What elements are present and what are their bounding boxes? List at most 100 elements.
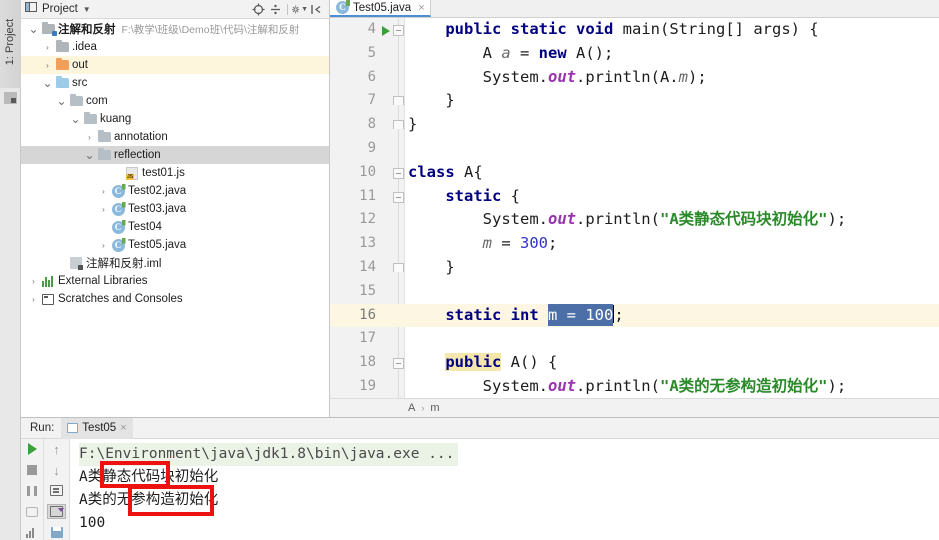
tree-expand-arrow[interactable]: ⌄ [69,113,82,125]
breadcrumb[interactable]: A › m [330,398,939,417]
code-line-10[interactable]: 10 class A{ [330,161,939,185]
breadcrumb-item-field[interactable]: m [430,402,439,414]
close-icon[interactable]: × [120,422,126,434]
code-line-14[interactable]: 14 } [330,256,939,280]
code-line-6[interactable]: 6 System.out.println(A.m); [330,66,939,90]
code-token: A(); [566,43,614,62]
export-icon[interactable] [47,524,66,540]
code-text: m = 300; [408,232,558,256]
tree-item-out[interactable]: › out [21,56,329,74]
tree-item-label: External Libraries [58,275,148,287]
collapse-all-icon[interactable] [267,1,284,18]
line-number: 19 [359,377,376,394]
tree-item-test04[interactable]: C Test04 [21,218,329,236]
tree-item-iml[interactable]: 注解和反射.iml [21,254,329,272]
module-folder-icon [40,22,57,36]
fold-marker-icon[interactable] [393,358,404,370]
run-tab-test05[interactable]: Test05 × [61,417,133,439]
code-line-5[interactable]: 5 A a = new A(); [330,42,939,66]
pause-icon[interactable] [23,484,42,498]
breadcrumb-item-class[interactable]: A [408,402,415,414]
profile-icon[interactable] [23,526,42,540]
editor-tab-test05[interactable]: C Test05.java × [330,0,431,17]
fold-marker-icon[interactable] [393,167,404,179]
tree-item-annotation[interactable]: › annotation [21,128,329,146]
tree-item-kuang[interactable]: ⌄ kuang [21,110,329,128]
code-line-18[interactable]: 18 public A() { [330,351,939,375]
code-line-7[interactable]: 7 } [330,89,939,113]
line-number: 5 [367,44,376,61]
tree-expand-arrow[interactable]: › [97,241,110,250]
code-token: out [547,67,576,86]
fold-marker-icon[interactable] [393,262,404,272]
tree-item-com[interactable]: ⌄ com [21,92,329,110]
tree-expand-arrow[interactable]: ⌄ [27,23,40,35]
scroll-to-end-icon[interactable] [47,503,66,520]
structure-tool-icon[interactable] [4,92,17,104]
code-text: } [408,256,454,280]
project-tree[interactable]: ⌄ 注解和反射 F:\教学\班级\Demo班\代码\注解和反射 › .idea › out ⌄… [21,19,329,417]
code-line-4[interactable]: 4 public static void main(String[] args)… [330,18,939,42]
code-lines[interactable]: 4 public static void main(String[] args)… [330,18,939,398]
stop-icon[interactable] [23,463,42,477]
tree-item-reflection[interactable]: ⌄ reflection [21,146,329,164]
code-line-12[interactable]: 12 System.out.println("A类静态代码块初始化"); [330,208,939,232]
soft-wrap-icon[interactable] [47,483,66,499]
java-class-icon: C [110,220,126,234]
tree-item-test02-java[interactable]: › C Test02.java [21,182,329,200]
tree-item-label: Scratches and Consoles [58,293,183,305]
tree-expand-arrow[interactable]: › [27,295,40,304]
code-line-17[interactable]: 17 [330,327,939,351]
tree-expand-arrow[interactable]: › [97,187,110,196]
tool-window-tab-project[interactable]: 1: Project [0,0,21,88]
code-line-11[interactable]: 11 static { [330,185,939,209]
chevron-down-icon[interactable]: ▼ [83,5,91,14]
code-area[interactable]: 4 public static void main(String[] args)… [330,18,939,398]
tree-item-test03-java[interactable]: › C Test03.java [21,200,329,218]
code-line-13[interactable]: 13 m = 300; [330,232,939,256]
editor-tab-label: Test05.java [353,1,412,14]
code-token: System. [482,67,548,86]
code-line-16[interactable]: 16 static int m = 100; [330,303,939,328]
rerun-icon[interactable] [23,442,42,456]
selected-text: m = 100 [548,303,614,326]
tree-expand-arrow[interactable]: › [97,205,110,214]
tree-item-test05-java[interactable]: › C Test05.java [21,236,329,254]
tree-expand-arrow[interactable]: › [41,61,54,70]
scroll-up-icon[interactable]: ↑ [47,442,66,458]
tree-item-scratches-and-consoles[interactable]: › Scratches and Consoles [21,290,329,308]
close-icon[interactable]: × [418,2,424,14]
gear-icon[interactable]: ▼ [291,1,308,18]
locate-icon[interactable] [250,1,267,18]
run-toolbar-left [21,439,44,540]
tree-expand-arrow[interactable]: ⌄ [55,95,68,107]
code-line-9[interactable]: 9 [330,137,939,161]
code-token: ); [827,376,847,395]
run-gutter-icon[interactable] [382,26,390,36]
fold-marker-icon[interactable] [393,191,404,203]
tree-item-[interactable]: ⌄ 注解和反射 F:\教学\班级\Demo班\代码\注解和反射 [21,20,329,38]
line-number: 7 [367,92,376,109]
tree-expand-arrow[interactable]: ⌄ [83,149,96,161]
scroll-down-icon[interactable]: ↓ [47,463,66,479]
tree-expand-arrow[interactable]: ⌄ [41,77,54,89]
screenshot-icon[interactable] [23,505,42,519]
tree-expand-arrow[interactable]: › [41,43,54,52]
package-icon [68,94,84,106]
tree-item-src[interactable]: ⌄ src [21,74,329,92]
tree-expand-arrow[interactable]: › [27,277,40,286]
tree-item-external-libraries[interactable]: › External Libraries [21,272,329,290]
editor-area: C Test05.java × 4 public static void mai… [330,0,939,417]
code-line-19[interactable]: 19 System.out.println("A类的无参构造初始化"); [330,375,939,398]
code-line-15[interactable]: 15 [330,280,939,304]
code-line-8[interactable]: 8} [330,113,939,137]
code-token: ); [827,210,847,229]
tree-item-test01-js[interactable]: test01.js [21,164,329,182]
fold-marker-icon[interactable] [393,96,404,106]
tree-item-idea[interactable]: › .idea [21,38,329,56]
package-icon [96,148,112,160]
fold-marker-icon[interactable] [393,25,404,36]
tree-expand-arrow[interactable]: › [83,133,96,142]
fold-marker-icon[interactable] [393,120,404,130]
hide-panel-icon[interactable] [308,1,325,18]
